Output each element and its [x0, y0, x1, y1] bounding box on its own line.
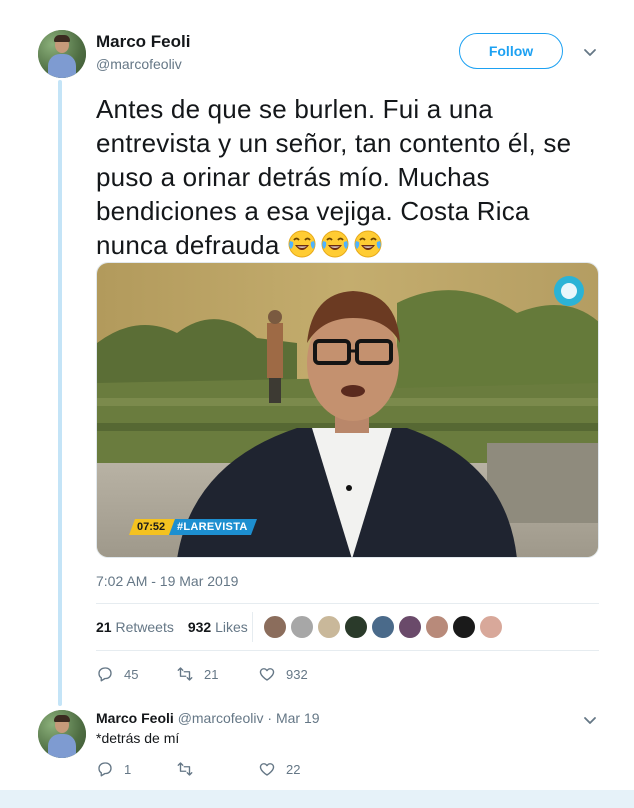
liker-avatar[interactable]	[290, 615, 314, 639]
liker-avatar[interactable]	[371, 615, 395, 639]
liker-avatar[interactable]	[452, 615, 476, 639]
author-handle[interactable]: @marcofeoliv	[96, 56, 182, 72]
liker-avatar[interactable]	[263, 615, 287, 639]
thread-connector	[58, 80, 62, 706]
reply-meta: Marco Feoli @marcofeoliv · Mar 19	[96, 710, 320, 726]
engagement-stats: 21 Retweets 932 Likes	[96, 619, 248, 635]
likes-count: 932	[187, 619, 212, 635]
face-with-tears-of-joy-icon	[321, 230, 349, 258]
reply-separator: ·	[267, 710, 273, 726]
like-button[interactable]: 22	[258, 760, 300, 778]
broadcast-hashtag: #LAREVISTA	[177, 521, 248, 533]
follow-button[interactable]: Follow	[459, 33, 563, 69]
reply-icon	[98, 762, 112, 777]
divider	[96, 603, 599, 604]
liker-avatar[interactable]	[398, 615, 422, 639]
retweets-stat[interactable]: 21 Retweets	[96, 619, 174, 635]
retweet-icon	[177, 762, 193, 776]
face-with-tears-of-joy-icon	[354, 230, 382, 258]
reply-count: 45	[124, 666, 139, 682]
video-frame	[97, 263, 598, 557]
retweet-button[interactable]	[176, 760, 258, 778]
like-count: 22	[286, 761, 301, 777]
retweets-count: 21	[96, 619, 112, 635]
author-avatar[interactable]	[38, 30, 86, 78]
reply-text: *detrás de mí	[96, 730, 180, 746]
broadcast-clock: 07:52	[137, 521, 166, 533]
divider	[96, 650, 599, 651]
reply-date[interactable]: Mar 19	[276, 710, 320, 726]
tweet-timestamp[interactable]: 7:02 AM - 19 Mar 2019	[96, 573, 238, 589]
retweet-count: 21	[204, 666, 219, 682]
tweet-text: Antes de que se burlen. Fui a una entrev…	[96, 92, 606, 262]
like-button[interactable]: 932	[258, 665, 308, 683]
heart-icon	[259, 668, 275, 681]
retweets-label: Retweets	[115, 619, 174, 635]
likes-stat[interactable]: 932 Likes	[188, 619, 248, 635]
liker-avatar[interactable]	[425, 615, 449, 639]
tweet-actions: 45 21 932	[96, 665, 308, 683]
stats-separator	[252, 612, 253, 642]
liker-avatar[interactable]	[479, 615, 503, 639]
chevron-down-icon[interactable]	[582, 712, 598, 728]
likes-label: Likes	[215, 619, 248, 635]
reply-actions: 1 22	[96, 760, 300, 778]
liker-avatar[interactable]	[317, 615, 341, 639]
heart-icon	[259, 763, 275, 776]
author-name[interactable]: Marco Feoli	[96, 32, 190, 52]
reply-author-avatar[interactable]	[38, 710, 86, 758]
reply-button[interactable]: 45	[96, 665, 176, 683]
retweet-button[interactable]: 21	[176, 665, 258, 683]
reply-button[interactable]: 1	[96, 760, 176, 778]
bottom-bar	[0, 790, 634, 808]
reply-icon	[98, 667, 112, 682]
tweet-media-image[interactable]: 07:52 #LAREVISTA	[96, 262, 599, 558]
face-with-tears-of-joy-icon	[288, 230, 316, 258]
reply-author-handle[interactable]: @marcofeoliv	[178, 710, 264, 726]
reply-author-name[interactable]: Marco Feoli	[96, 710, 174, 726]
liker-avatar[interactable]	[344, 615, 368, 639]
like-count: 932	[286, 666, 308, 682]
retweet-icon	[177, 667, 193, 681]
reply-count: 1	[124, 761, 132, 777]
chevron-down-icon[interactable]	[582, 44, 598, 60]
emoji-group	[287, 230, 386, 260]
liker-avatars	[263, 615, 503, 639]
